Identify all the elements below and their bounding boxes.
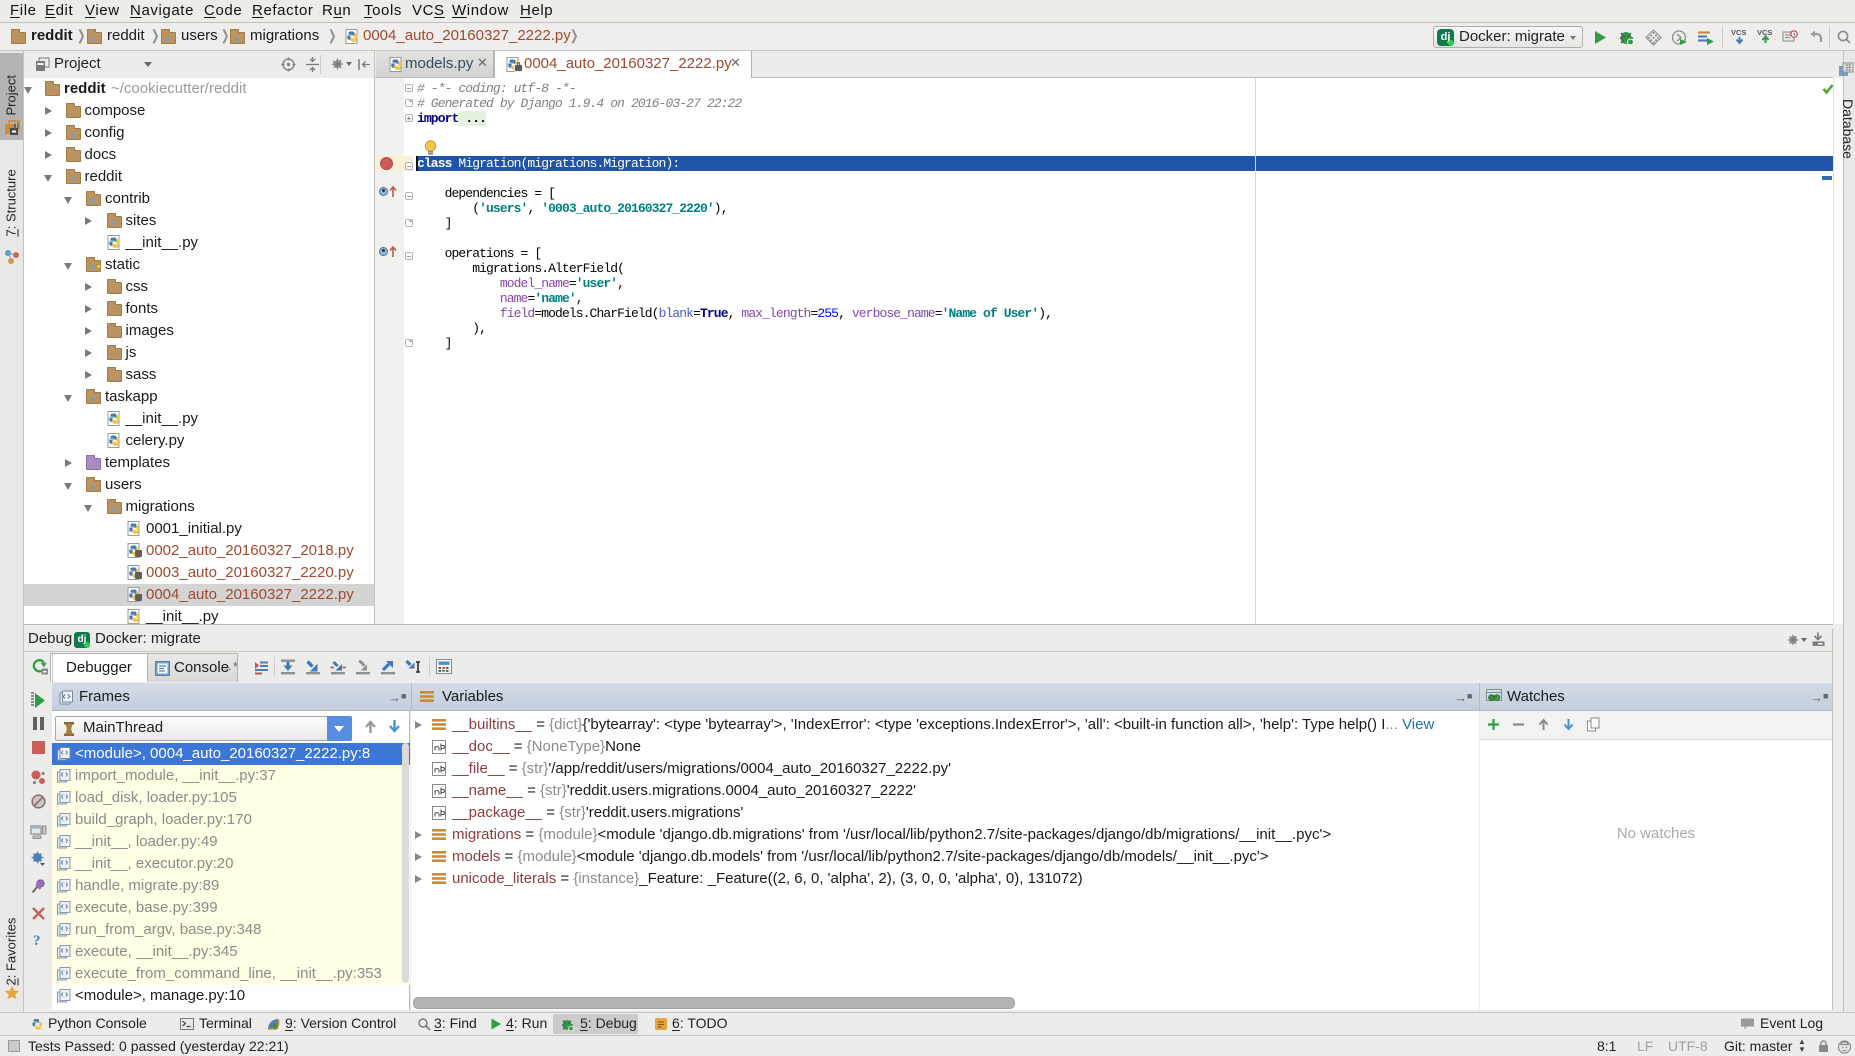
svg-text:VCS: VCS	[1731, 28, 1746, 37]
svg-text:?: ?	[33, 933, 41, 948]
svg-text:VCS: VCS	[1757, 28, 1772, 37]
